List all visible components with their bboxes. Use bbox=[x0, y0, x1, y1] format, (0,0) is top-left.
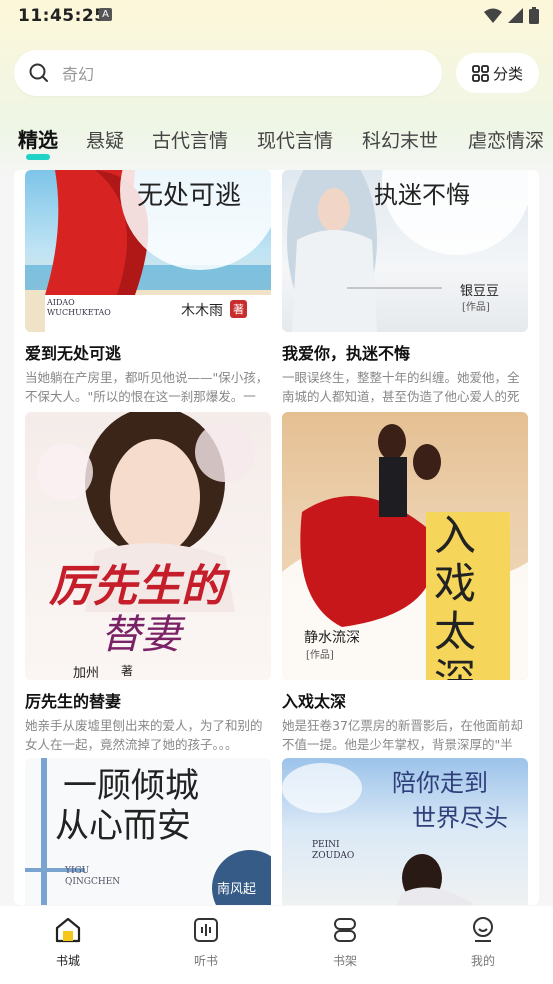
cover-headline-2: 世界尽头 bbox=[412, 804, 508, 832]
tab-indicator bbox=[26, 154, 50, 160]
status-bar: 11:45:25 A bbox=[0, 0, 553, 32]
category-button[interactable]: 分类 bbox=[456, 53, 539, 93]
book-cover[interactable]: 一顾倾城 从心而安 YIGU QINGCHEN 南风起 bbox=[25, 758, 271, 905]
bookshelf-icon bbox=[334, 918, 356, 942]
category-tabs: 精选 悬疑 古代言情 现代言情 科幻末世 虐恋情深 bbox=[0, 118, 553, 166]
cover-headline: 执迷不悔 bbox=[374, 181, 470, 209]
book-title: 厉先生的替妻 bbox=[25, 692, 122, 711]
book-card[interactable]: 入戏太深 静水流深 [作品] 入戏太深 她是狂卷37亿票房的新晋影后，在他面前却… bbox=[282, 412, 528, 754]
book-card[interactable]: 一顾倾城 从心而安 YIGU QINGCHEN 南风起 bbox=[25, 758, 271, 905]
nav-bookshelf[interactable]: 书架 bbox=[305, 916, 385, 969]
home-icon bbox=[55, 917, 81, 943]
nav-audiobooks[interactable]: 听书 bbox=[166, 916, 246, 969]
book-card[interactable]: 无处可逃 AIDAO WUCHUKETAO 木木雨 著 爱到无处可逃 当她躺在产… bbox=[25, 170, 271, 406]
cover-author: 南风起 bbox=[217, 882, 257, 897]
nav-label: 听书 bbox=[193, 954, 218, 968]
status-icons bbox=[484, 7, 539, 24]
profile-icon bbox=[473, 917, 493, 942]
cover-headline: 入戏太深 bbox=[434, 511, 477, 681]
cover-mark: [作品] bbox=[306, 650, 334, 661]
tab-heartbreak[interactable]: 虐恋情深 bbox=[468, 126, 544, 153]
nav-label: 书架 bbox=[332, 954, 357, 968]
book-cover[interactable]: 无处可逃 AIDAO WUCHUKETAO 木木雨 著 bbox=[25, 170, 271, 332]
audio-icon bbox=[194, 918, 218, 942]
cover-author: 木木雨 bbox=[181, 303, 223, 319]
nav-label: 书城 bbox=[55, 954, 80, 968]
cover-mark: [作品] bbox=[462, 302, 490, 313]
book-title: 我爱你，执迷不悔 bbox=[282, 344, 411, 363]
nav-profile[interactable]: 我的 bbox=[443, 916, 523, 969]
signal-icon bbox=[508, 8, 523, 23]
tab-modern-romance[interactable]: 现代言情 bbox=[257, 126, 333, 153]
book-card[interactable]: 陪你走到 世界尽头 PEINI ZOUDAO bbox=[282, 758, 528, 905]
cover-headline: 无处可逃 bbox=[137, 181, 242, 211]
grid-icon bbox=[472, 64, 489, 82]
book-description: 她亲手从废墟里刨出来的爱人，为了和别的女人在一起，竟然流掉了她的孩子。。。 bbox=[25, 718, 263, 752]
book-cover[interactable]: 厉先生的 替妻 加州 著 bbox=[25, 412, 271, 680]
cover-headline: 陪你走到 bbox=[392, 769, 488, 797]
cover-pinyin: PEINI ZOUDAO bbox=[312, 840, 355, 861]
book-grid: 无处可逃 AIDAO WUCHUKETAO 木木雨 著 爱到无处可逃 当她躺在产… bbox=[14, 170, 539, 905]
book-cover[interactable]: 陪你走到 世界尽头 PEINI ZOUDAO bbox=[282, 758, 528, 905]
book-description: 一眼误终生，整整十年的纠缠。她爱他，全南城的人都知道，甚至伪造了他心爱人的死亡.… bbox=[282, 370, 520, 404]
cover-mark: 著 bbox=[121, 664, 134, 678]
search-icon bbox=[29, 63, 48, 82]
book-description: 当她躺在产房里，都听见他说——"保小孩，不保大人。"所以的恨在这一刹那爆发。一场… bbox=[25, 370, 269, 404]
nav-bookstore[interactable]: 书城 bbox=[28, 916, 108, 969]
tab-featured[interactable]: 精选 bbox=[18, 124, 58, 153]
tab-ancient-romance[interactable]: 古代言情 bbox=[152, 126, 228, 153]
book-card[interactable]: 执迷不悔 银豆豆 [作品] 我爱你，执迷不悔 一眼误终生，整整十年的纠缠。她爱他… bbox=[282, 170, 528, 406]
status-time: 11:45:25 bbox=[18, 6, 107, 26]
cover-pinyin: YIGU QINGCHEN bbox=[65, 866, 121, 887]
book-description: 她是狂卷37亿票房的新晋影后，在他面前却不值一提。他是少年掌权，背景深厚的"半城… bbox=[282, 718, 523, 752]
book-card[interactable]: 厉先生的 替妻 加州 著 厉先生的替妻 她亲手从废墟里刨出来的爱人，为了和别的女… bbox=[25, 412, 271, 754]
tab-scifi[interactable]: 科幻末世 bbox=[362, 126, 438, 153]
cover-headline-2: 从心而安 bbox=[55, 806, 191, 846]
nav-label: 我的 bbox=[470, 954, 495, 968]
search-input[interactable] bbox=[60, 60, 424, 88]
book-cover[interactable]: 执迷不悔 银豆豆 [作品] bbox=[282, 170, 528, 332]
cover-author: 加州 bbox=[73, 666, 100, 680]
cover-mark: 著 bbox=[230, 300, 247, 318]
category-button-label: 分类 bbox=[492, 64, 523, 83]
cover-pinyin: AIDAO WUCHUKETAO bbox=[47, 298, 111, 317]
book-title: 爱到无处可逃 bbox=[25, 344, 122, 363]
battery-icon bbox=[529, 7, 539, 24]
bottom-nav: 书城 听书 书架 我的 bbox=[0, 906, 553, 984]
cover-author: 银豆豆 bbox=[460, 284, 500, 299]
search-bar[interactable] bbox=[14, 50, 442, 96]
cover-headline-2: 替妻 bbox=[101, 612, 181, 658]
book-cover[interactable]: 入戏太深 静水流深 [作品] bbox=[282, 412, 528, 680]
cover-author: 静水流深 bbox=[304, 630, 360, 646]
book-title: 入戏太深 bbox=[282, 692, 347, 711]
tab-mystery[interactable]: 悬疑 bbox=[86, 126, 124, 153]
wifi-icon bbox=[484, 8, 502, 23]
notification-icon: A bbox=[99, 8, 112, 21]
